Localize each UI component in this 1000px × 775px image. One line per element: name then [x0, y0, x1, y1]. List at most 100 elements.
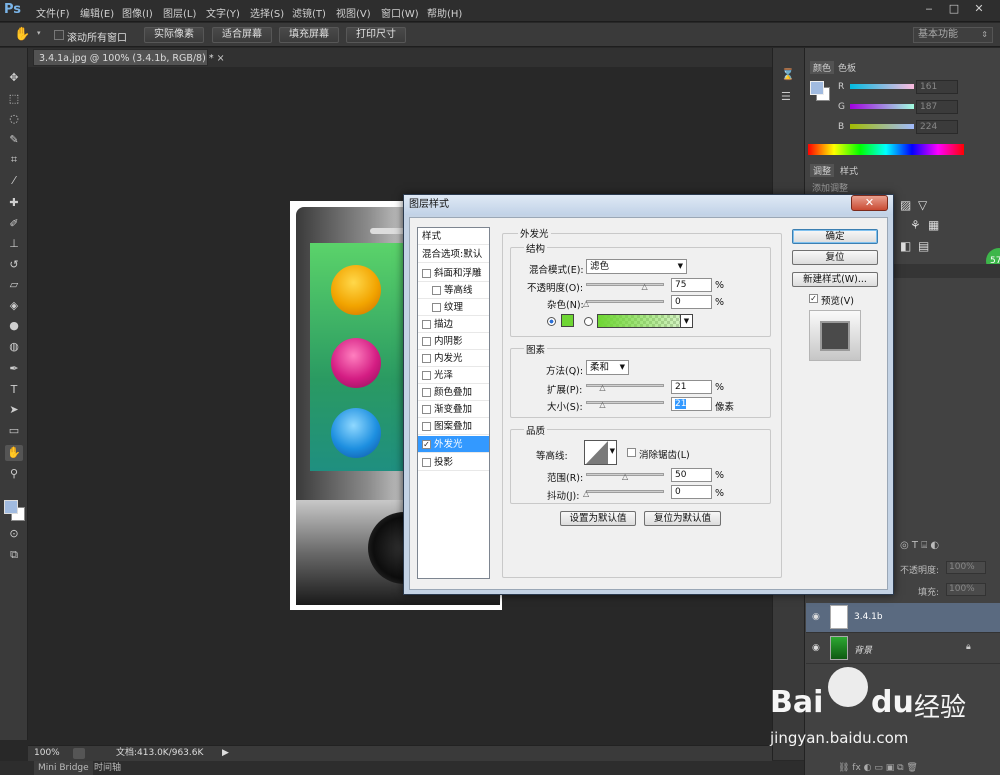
healing-brush-icon[interactable]: ✚ — [5, 195, 23, 211]
layer-row[interactable]: ◉ 背景 🔒︎ — [806, 634, 1000, 664]
crop-tool-icon[interactable]: ⌗ — [5, 152, 23, 168]
print-size-button[interactable]: 打印尺寸 — [346, 27, 406, 43]
adjust-threshold-icon[interactable]: ▤ — [918, 239, 929, 253]
checkbox-satin[interactable] — [422, 371, 431, 380]
style-inner-glow[interactable]: 内发光 — [418, 350, 489, 367]
tab-color[interactable]: 颜色 — [810, 61, 835, 74]
marquee-tool-icon[interactable]: ⬚ — [5, 91, 23, 107]
adjust-table-icon[interactable]: ▦ — [928, 218, 939, 232]
checkbox-pattern-overlay[interactable] — [422, 422, 431, 431]
technique-select[interactable]: 柔和 ▼ — [586, 360, 629, 375]
contour-dropdown-icon[interactable]: ▼ — [610, 447, 615, 455]
tab-close-icon[interactable]: × — [217, 53, 225, 64]
zoom-tool-icon[interactable]: ⚲ — [5, 466, 23, 482]
foreground-color-swatch[interactable] — [4, 500, 18, 514]
reset-button[interactable]: 复位 — [792, 250, 878, 265]
size-input[interactable]: 21 — [671, 397, 712, 411]
style-texture[interactable]: 纹理 — [418, 299, 489, 316]
spread-slider[interactable] — [586, 384, 664, 387]
hand-tool-icon[interactable]: ✋ — [14, 27, 30, 42]
checkbox-color-overlay[interactable] — [422, 388, 431, 397]
visibility-eye-icon[interactable]: ◉ — [812, 643, 820, 653]
reset-default-button[interactable]: 复位为默认值 — [644, 511, 721, 526]
channel-b-value[interactable]: 224 — [916, 120, 958, 134]
new-style-button[interactable]: 新建样式(W)... — [792, 272, 878, 287]
tool-preset-chevron-icon[interactable]: ▾ — [37, 29, 41, 37]
properties-panel-icon[interactable]: ☰ — [781, 90, 797, 106]
style-bevel-emboss[interactable]: 斜面和浮雕 — [418, 265, 489, 282]
gradient-dropdown-icon[interactable]: ▼ — [680, 315, 692, 327]
menu-view[interactable]: 视图(V) — [336, 5, 371, 20]
eyedropper-tool-icon[interactable]: ⁄ — [5, 173, 23, 189]
tab-swatches[interactable]: 色板 — [838, 61, 856, 74]
clone-stamp-icon[interactable]: ⊥ — [5, 236, 23, 252]
blend-mode-select[interactable]: 滤色 ▼ — [586, 259, 687, 274]
antialias-checkbox[interactable] — [627, 448, 636, 457]
range-input[interactable]: 50 — [671, 468, 712, 482]
menu-select[interactable]: 选择(S) — [250, 5, 284, 20]
style-stroke[interactable]: 描边 — [418, 316, 489, 333]
style-drop-shadow[interactable]: 投影 — [418, 454, 489, 471]
channel-g-slider[interactable] — [850, 104, 914, 109]
panel-fg-swatch[interactable] — [810, 81, 824, 95]
style-inner-shadow[interactable]: 内阴影 — [418, 333, 489, 350]
channel-g-value[interactable]: 187 — [916, 100, 958, 114]
checkbox-gradient-overlay[interactable] — [422, 405, 431, 414]
dodge-tool-icon[interactable]: ◍ — [5, 339, 23, 355]
channel-r-slider[interactable] — [850, 84, 914, 89]
menu-file[interactable]: 文件(F) — [36, 5, 70, 20]
color-spectrum[interactable] — [808, 144, 964, 155]
layers-footer-icons[interactable]: ⛓ fx ◐ ▭ ▣ ⧉ 🗑︎ — [838, 763, 918, 773]
document-tab[interactable]: 3.4.1a.jpg @ 100% (3.4.1b, RGB/8) * × — [33, 49, 225, 66]
style-color-overlay[interactable]: 颜色叠加 — [418, 384, 489, 401]
style-contour[interactable]: 等高线 — [418, 282, 489, 299]
scroll-all-checkbox[interactable] — [54, 30, 64, 40]
tab-styles[interactable]: 样式 — [840, 164, 858, 177]
opacity-slider[interactable] — [586, 283, 664, 286]
tab-timeline[interactable]: 时间轴 — [94, 761, 121, 775]
spread-input[interactable]: 21 — [671, 380, 712, 394]
visibility-eye-icon[interactable]: ◉ — [812, 612, 820, 622]
size-slider[interactable] — [586, 401, 664, 404]
type-tool-icon[interactable]: T — [5, 382, 23, 398]
checkbox-contour[interactable] — [432, 286, 441, 295]
menu-window[interactable]: 窗口(W) — [381, 5, 419, 20]
style-outer-glow[interactable]: ✓ 外发光 — [418, 436, 489, 453]
fill-screen-button[interactable]: 填充屏幕 — [279, 27, 339, 43]
noise-slider[interactable] — [586, 300, 664, 303]
blend-options-item[interactable]: 混合选项:默认 — [418, 246, 489, 263]
brush-tool-icon[interactable]: ✐ — [5, 216, 23, 232]
menu-filter[interactable]: 滤镜(T) — [292, 5, 326, 20]
jitter-input[interactable]: 0 — [671, 485, 712, 499]
noise-slider-thumb[interactable]: △ — [583, 300, 591, 308]
status-arrow-icon[interactable]: ▶ — [222, 746, 229, 761]
style-gradient-overlay[interactable]: 渐变叠加 — [418, 401, 489, 418]
close-icon[interactable]: ✕ — [970, 2, 988, 18]
eraser-tool-icon[interactable]: ▱ — [5, 277, 23, 293]
styles-header[interactable]: 样式 — [418, 228, 489, 245]
fit-screen-button[interactable]: 适合屏幕 — [212, 27, 272, 43]
pen-tool-icon[interactable]: ✒ — [5, 361, 23, 377]
opacity-input[interactable]: 75 — [671, 278, 712, 292]
status-info-icon[interactable] — [73, 748, 85, 759]
menu-edit[interactable]: 编辑(E) — [80, 5, 114, 20]
contour-picker[interactable]: ▼ — [584, 440, 617, 465]
history-brush-icon[interactable]: ↺ — [5, 257, 23, 273]
glow-color-swatch[interactable] — [561, 314, 574, 327]
zoom-level[interactable]: 100% — [34, 746, 60, 761]
range-slider-thumb[interactable]: △ — [622, 473, 630, 481]
size-slider-thumb[interactable]: △ — [599, 401, 607, 409]
color-radio[interactable] — [547, 317, 556, 326]
spread-slider-thumb[interactable]: △ — [599, 384, 607, 392]
tab-mini-bridge[interactable]: Mini Bridge — [34, 761, 93, 775]
menu-help[interactable]: 帮助(H) — [427, 5, 462, 20]
make-default-button[interactable]: 设置为默认值 — [560, 511, 636, 526]
adjust-mixer-icon[interactable]: ⚘ — [910, 218, 921, 232]
lasso-tool-icon[interactable]: ◌ — [5, 111, 23, 127]
checkbox-texture[interactable] — [432, 303, 441, 312]
tab-adjustments[interactable]: 调整 — [810, 164, 835, 177]
menu-image[interactable]: 图像(I) — [122, 5, 153, 20]
minimize-icon[interactable]: ‒ — [920, 2, 938, 18]
checkbox-inner-shadow[interactable] — [422, 337, 431, 346]
checkbox-bevel[interactable] — [422, 269, 431, 278]
